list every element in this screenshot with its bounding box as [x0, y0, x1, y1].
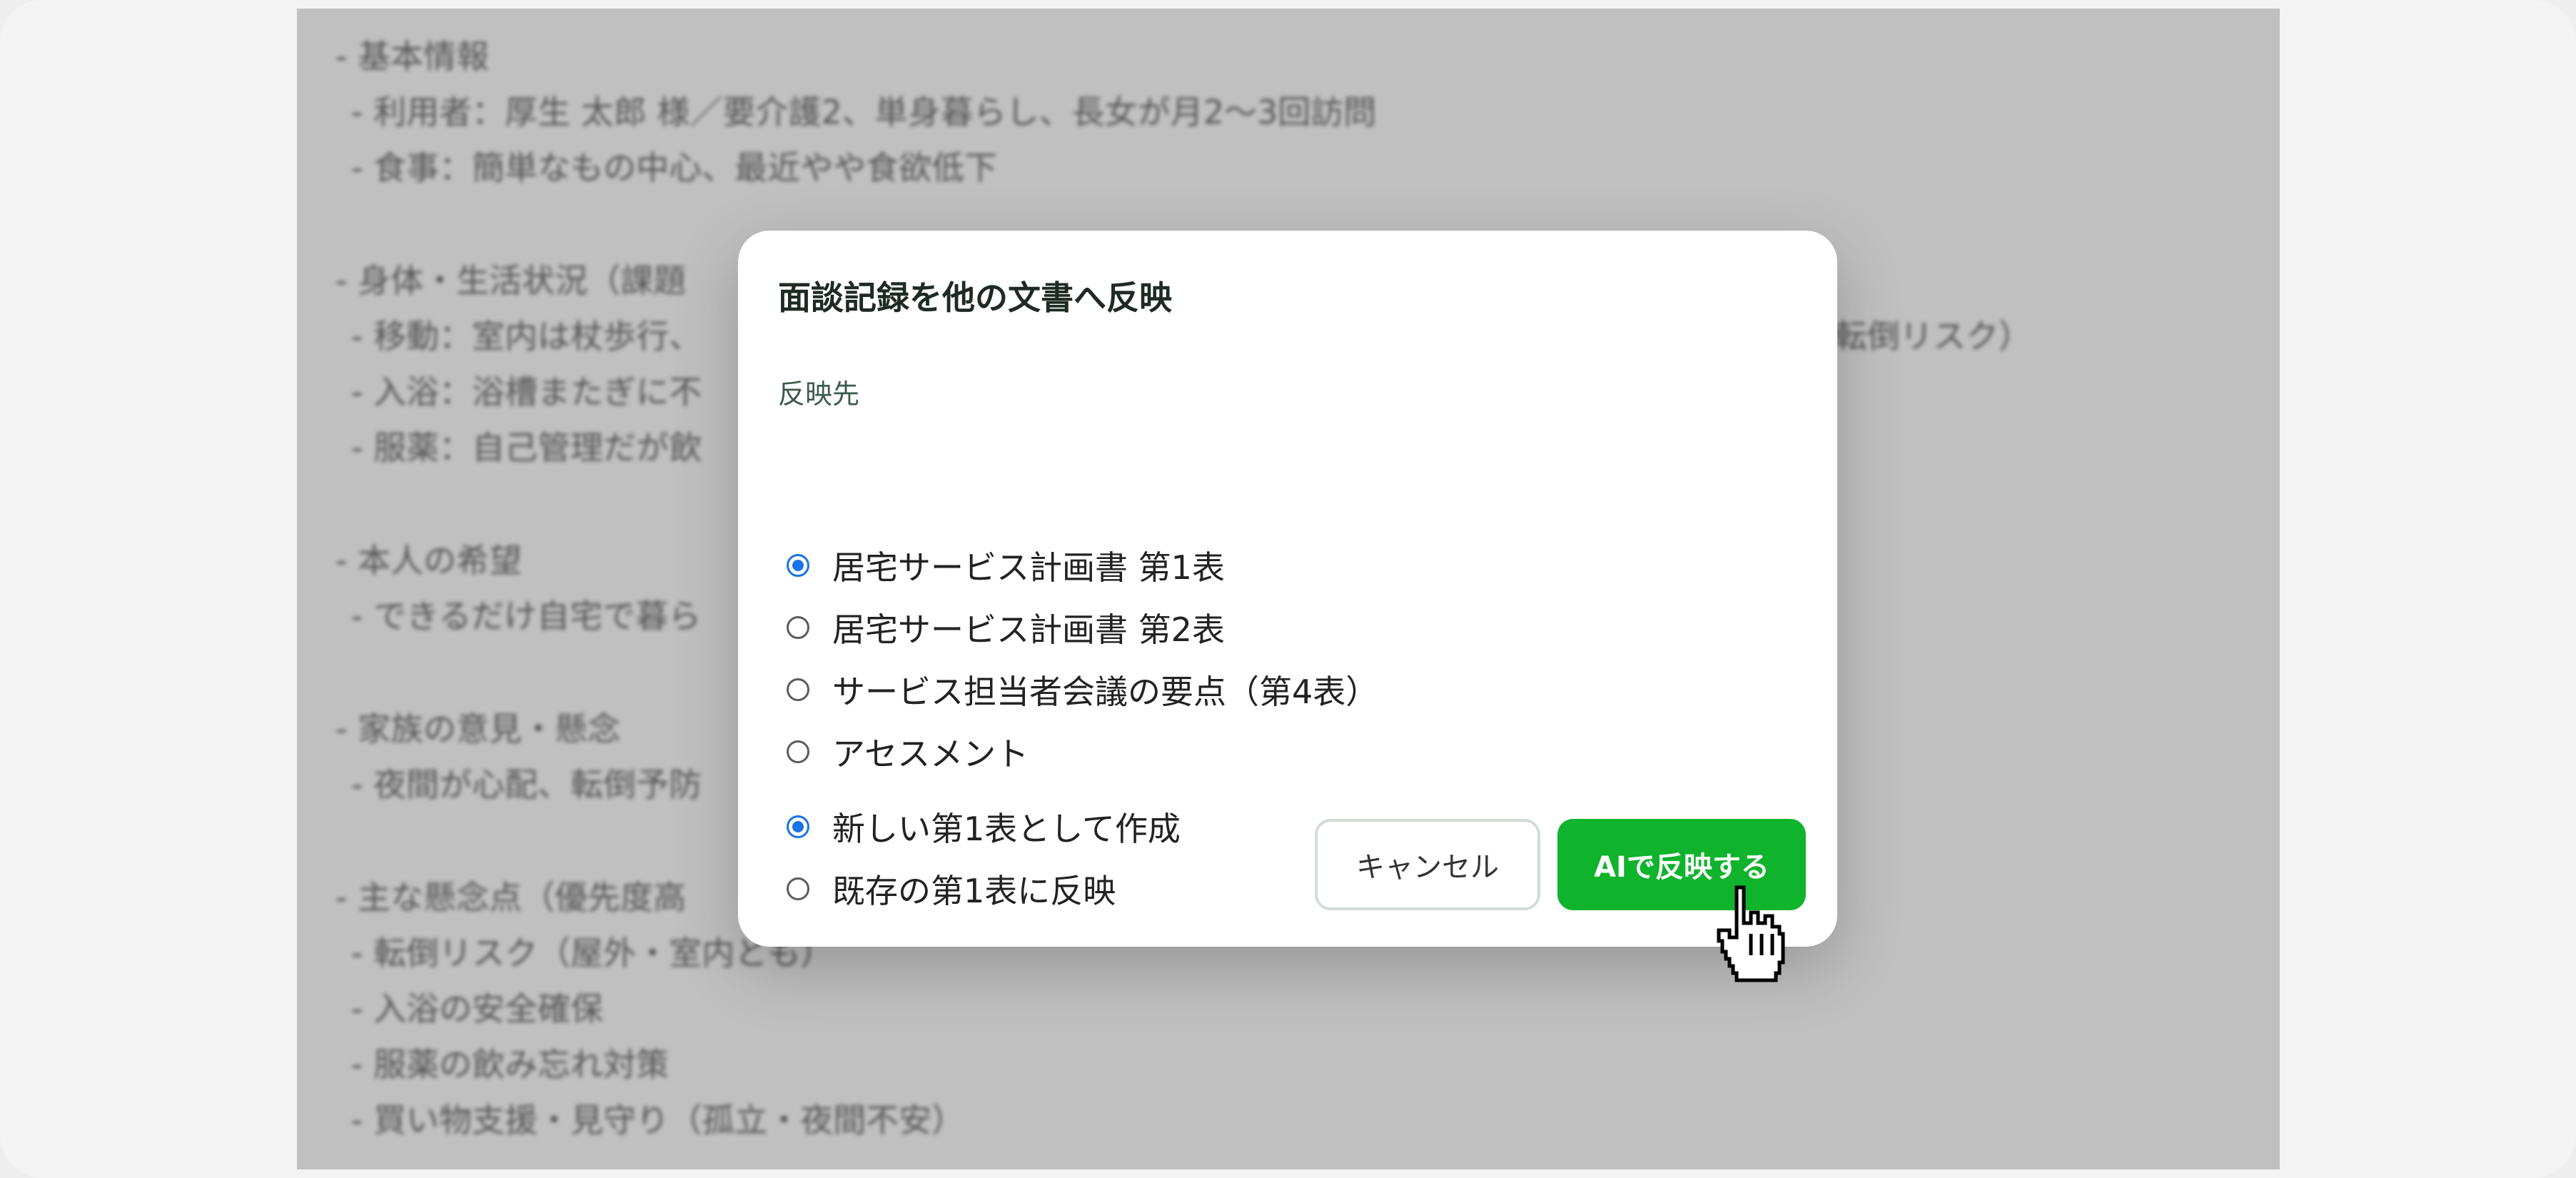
document-line: - 入浴の安全確保 [351, 990, 604, 1028]
document-line: - 服薬の飲み忘れ対策 [351, 1045, 670, 1084]
option-label: 新しい第1表として作成 [832, 810, 1181, 848]
option-label: 居宅サービス計画書 第1表 [832, 548, 1225, 587]
target-option-assessment[interactable]: アセスメント [787, 727, 1029, 777]
option-label: サービス担当者会議の要点（第4表） [832, 673, 1379, 711]
target-option-plan-table-2[interactable]: 居宅サービス計画書 第2表 [787, 603, 1225, 653]
document-line: - 利用者：厚生 太郎 様／要介護2、単身暮らし、長女が月2〜3回訪問 [351, 93, 1377, 131]
cancel-button[interactable]: キャンセル [1315, 819, 1540, 910]
radio-unselected-icon[interactable] [787, 740, 809, 763]
radio-unselected-icon[interactable] [787, 616, 809, 639]
option-label: 既存の第1表に反映 [832, 872, 1116, 910]
screen-frame: - 基本情報 - 利用者：厚生 太郎 様／要介護2、単身暮らし、長女が月2〜3回訪… [0, 0, 2576, 1178]
dialog-title: 面談記録を他の文書へ反映 [778, 278, 1172, 317]
reflect-dialog: 面談記録を他の文書へ反映 反映先 居宅サービス計画書 第1表 居宅サービス計画書… [738, 231, 1837, 947]
document-line: - 基本情報 [335, 37, 490, 76]
document-line: - 買い物支援・見守り（孤立・夜間不安） [351, 1101, 965, 1139]
mode-option-create-new[interactable]: 新しい第1表として作成 [787, 802, 1181, 852]
option-label: アセスメント [832, 735, 1029, 773]
document-line-tail: 転倒リスク） [1834, 317, 2031, 356]
radio-unselected-icon[interactable] [787, 877, 809, 900]
hand-pointer-icon [1717, 885, 1785, 982]
option-label: 居宅サービス計画書 第2表 [832, 610, 1225, 649]
mode-option-reflect-existing[interactable]: 既存の第1表に反映 [787, 864, 1116, 914]
target-option-plan-table-1[interactable]: 居宅サービス計画書 第1表 [787, 540, 1225, 590]
document-line: - 食事：簡単なもの中心、最近やや食欲低下 [351, 148, 998, 187]
target-option-meeting-summary[interactable]: サービス担当者会議の要点（第4表） [787, 665, 1378, 715]
target-section-label: 反映先 [778, 378, 860, 410]
radio-selected-icon[interactable] [787, 554, 809, 577]
radio-selected-icon[interactable] [787, 815, 809, 838]
radio-unselected-icon[interactable] [787, 678, 809, 701]
